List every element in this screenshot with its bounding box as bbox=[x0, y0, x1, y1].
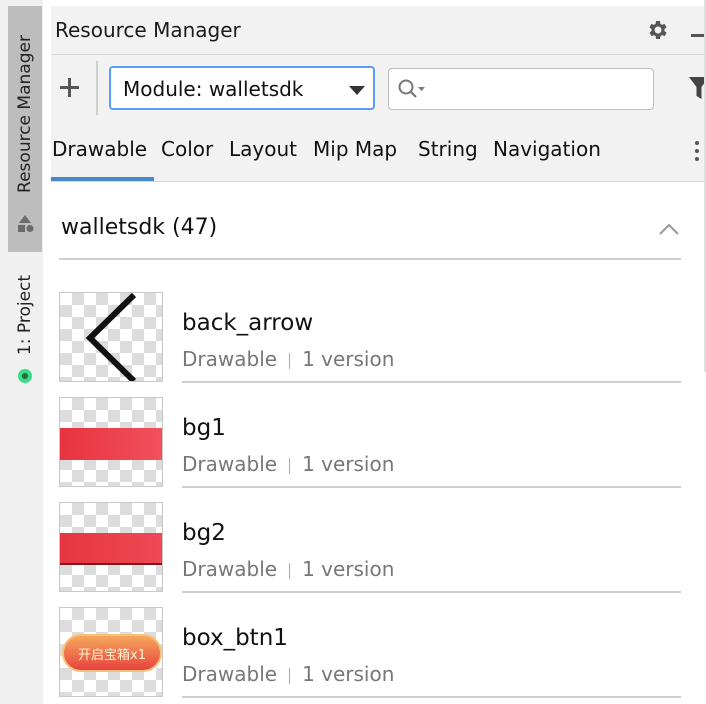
button-preview-text: 开启宝箱x1 bbox=[78, 648, 146, 663]
module-dropdown-value: Module: walletsdk bbox=[123, 77, 304, 101]
panel-title: Resource Manager bbox=[55, 18, 241, 42]
resource-toolbar: Module: walletsdk bbox=[51, 55, 706, 123]
resource-manager-side-label: Resource Manager bbox=[15, 35, 35, 194]
toolbar-separator bbox=[96, 61, 98, 115]
resource-preview bbox=[59, 502, 163, 592]
resource-meta: Drawable 1 version bbox=[182, 662, 395, 686]
resource-preview bbox=[59, 397, 163, 487]
resource-type-tabs: Drawable Color Layout Mip Map String Nav… bbox=[51, 123, 706, 182]
list-item[interactable]: bg1 Drawable 1 version bbox=[59, 397, 689, 489]
project-side-label: 1: Project bbox=[15, 274, 35, 355]
list-item[interactable]: back_arrow Drawable 1 version bbox=[59, 292, 689, 384]
red-banner-preview bbox=[60, 428, 162, 460]
item-divider bbox=[182, 381, 681, 383]
tab-color[interactable]: Color bbox=[161, 137, 213, 161]
panel-header: Resource Manager bbox=[51, 6, 706, 55]
gear-icon[interactable] bbox=[645, 18, 669, 42]
tab-mip-map[interactable]: Mip Map bbox=[313, 137, 397, 161]
tool-window-sidebar: Resource Manager 1: Project bbox=[0, 0, 44, 704]
resource-manager-side-tab[interactable]: Resource Manager bbox=[8, 6, 42, 252]
resource-preview: 开启宝箱x1 bbox=[59, 607, 163, 697]
button-preview: 开启宝箱x1 bbox=[62, 634, 162, 672]
project-side-tab[interactable]: 1: Project bbox=[8, 256, 42, 396]
chevron-down-icon bbox=[349, 86, 365, 95]
tab-drawable[interactable]: Drawable bbox=[52, 137, 147, 161]
resource-meta: Drawable 1 version bbox=[182, 452, 395, 476]
module-dropdown[interactable]: Module: walletsdk bbox=[109, 66, 375, 110]
chevron-up-icon[interactable] bbox=[658, 222, 680, 236]
resource-name: back_arrow bbox=[182, 310, 314, 336]
shapes-icon bbox=[18, 215, 34, 232]
add-resource-button[interactable] bbox=[57, 75, 81, 99]
group-divider bbox=[59, 258, 681, 260]
search-input[interactable] bbox=[388, 68, 654, 110]
tab-navigation[interactable]: Navigation bbox=[493, 137, 601, 161]
resource-meta: Drawable 1 version bbox=[182, 557, 395, 581]
resource-manager-panel: Resource Manager Module: walletsdk Drawa… bbox=[43, 0, 706, 704]
resource-preview bbox=[59, 292, 163, 382]
resource-name: bg1 bbox=[182, 415, 226, 441]
item-divider bbox=[182, 696, 681, 698]
android-project-icon bbox=[18, 369, 32, 383]
module-group-title: walletsdk (47) bbox=[61, 215, 218, 240]
back-arrow-preview bbox=[85, 293, 137, 381]
search-icon bbox=[398, 79, 425, 98]
item-divider bbox=[182, 486, 681, 488]
tab-layout[interactable]: Layout bbox=[229, 137, 297, 161]
red-banner-preview bbox=[60, 533, 162, 565]
more-options-icon[interactable] bbox=[695, 141, 699, 165]
list-item[interactable]: bg2 Drawable 1 version bbox=[59, 502, 689, 594]
resource-name: bg2 bbox=[182, 520, 226, 546]
item-divider bbox=[182, 591, 681, 593]
selected-tab-indicator bbox=[51, 177, 154, 181]
resource-name: box_btn1 bbox=[182, 625, 288, 651]
tab-string[interactable]: String bbox=[418, 137, 478, 161]
list-item[interactable]: 开启宝箱x1 box_btn1 Drawable 1 version bbox=[59, 607, 689, 699]
resource-meta: Drawable 1 version bbox=[182, 347, 395, 371]
